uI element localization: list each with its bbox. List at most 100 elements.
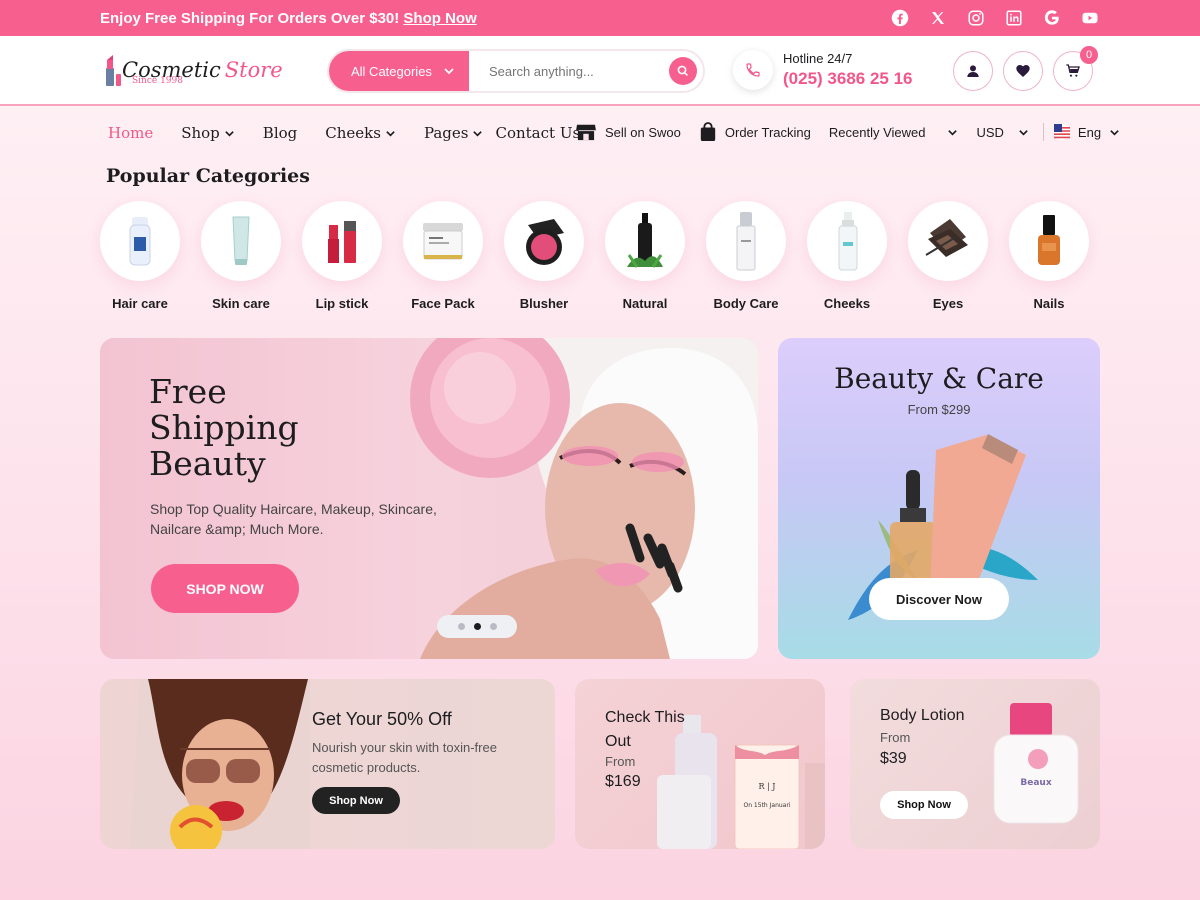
category-item-blusher[interactable]: Blusher	[504, 201, 584, 311]
category-label: Blusher	[519, 296, 569, 311]
promo-card-check-from: From	[605, 754, 636, 769]
recent-label: Recently Viewed	[828, 124, 926, 140]
nav-item-label: Cheeks	[325, 124, 381, 142]
search-button[interactable]	[669, 57, 697, 85]
nav-item-contact[interactable]: Contact Us	[495, 124, 580, 142]
sell-on-swoo-link[interactable]: Sell on Swoo	[575, 123, 681, 141]
promo-card-discount-title: Get Your 50% Off	[312, 709, 452, 729]
nav-item-cheeks[interactable]: Cheeks	[325, 124, 396, 142]
hotline-label: Hotline 24/7	[783, 51, 853, 66]
hero-banner: Free Shipping Beauty Shop Top Quality Ha…	[100, 338, 758, 659]
category-label: Body Care	[713, 296, 779, 311]
promo-text: Enjoy Free Shipping For Orders Over $30!…	[100, 10, 477, 27]
promo-card-lotion-shop-button[interactable]: Shop Now	[880, 791, 968, 819]
nav-item-label: Contact Us	[495, 124, 581, 142]
linkedin-icon[interactable]	[1004, 8, 1024, 28]
promo-card-lotion-from: From	[880, 730, 911, 745]
hero-shop-now-button[interactable]: SHOP NOW	[151, 564, 299, 613]
chevron-down-icon	[1110, 129, 1119, 136]
facebook-icon[interactable]	[890, 8, 910, 28]
promo-shop-now-link[interactable]: Shop Now	[403, 10, 476, 27]
chevron-down-icon	[948, 129, 958, 136]
category-label: Nails	[1033, 296, 1065, 311]
hero-title-line2: Shipping	[149, 408, 299, 447]
nav-item-blog[interactable]: Blog	[263, 124, 297, 142]
side-banner-title: Beauty & Care	[834, 362, 1044, 395]
category-item-lip-stick[interactable]: Lip stick	[302, 201, 382, 311]
promo-card-lotion-title: Body Lotion	[880, 707, 965, 724]
search-bar: All Categories	[329, 51, 703, 91]
nav-item-home[interactable]: Home	[108, 124, 153, 142]
store-icon	[576, 124, 596, 141]
category-item-nails[interactable]: Nails	[1009, 201, 1089, 311]
promo-card-check-this-out: R | J On 15th Januari Check This Out Fro…	[575, 679, 825, 849]
nav-item-pages[interactable]: Pages	[424, 124, 484, 142]
phone-icon[interactable]	[733, 50, 773, 90]
eyes-image	[908, 201, 988, 281]
side-banner-price: From $299	[907, 402, 971, 417]
logo-word-store: Store	[224, 58, 283, 82]
top-promo-bar: Enjoy Free Shipping For Orders Over $30!…	[0, 0, 1200, 36]
nav-item-label: Home	[108, 124, 154, 142]
language-select[interactable]: Eng	[1053, 124, 1120, 140]
nav-item-shop[interactable]: Shop	[181, 124, 235, 142]
wishlist-button[interactable]	[1003, 51, 1043, 91]
google-icon[interactable]	[1042, 8, 1062, 28]
user-icon	[967, 65, 979, 77]
cart-button[interactable]: 0	[1053, 46, 1098, 91]
category-item-skin-care[interactable]: Skin care	[201, 201, 281, 311]
category-select[interactable]: All Categories	[329, 51, 469, 91]
cheeks-image	[807, 201, 887, 281]
nav-item-label: Pages	[423, 124, 469, 142]
divider	[1042, 123, 1044, 141]
x-icon[interactable]	[928, 8, 948, 28]
search-input[interactable]	[469, 52, 669, 90]
instagram-icon[interactable]	[966, 8, 986, 28]
hero-title-line3: Beauty	[149, 444, 266, 483]
cart-count-badge: 0	[1080, 46, 1098, 64]
category-item-hair-care[interactable]: Hair care	[100, 201, 180, 311]
category-select-label: All Categories	[351, 63, 432, 79]
woman-with-lollipop-image	[130, 679, 310, 849]
category-item-cheeks[interactable]: Cheeks	[807, 201, 887, 311]
lip-stick-image	[302, 201, 382, 281]
account-button[interactable]	[953, 51, 993, 91]
logo-since: Since 1998	[132, 76, 183, 86]
order-tracking-link[interactable]: Order Tracking	[699, 122, 811, 142]
carousel-dots	[437, 615, 517, 638]
category-label: Eyes	[932, 296, 964, 311]
popular-categories-title: Popular Categories	[106, 165, 310, 187]
carousel-dot[interactable]	[489, 623, 497, 630]
category-item-body-care[interactable]: Body Care	[706, 201, 786, 311]
category-item-eyes[interactable]: Eyes	[908, 201, 988, 311]
youtube-icon[interactable]	[1080, 8, 1100, 28]
language-label: Eng	[1077, 124, 1102, 140]
face-pack-image	[403, 201, 483, 281]
body-care-image	[706, 201, 786, 281]
svg-text:Beaux: Beaux	[1020, 778, 1051, 788]
natural-image	[605, 201, 685, 281]
promo-card-discount-shop-button[interactable]: Shop Now	[312, 787, 400, 814]
site-logo[interactable]: Cosmetic Store Since 1998	[104, 52, 283, 88]
hero-subtitle: Shop Top Quality Haircare, Makeup, Skinc…	[150, 501, 437, 537]
category-label: Lip stick	[315, 296, 369, 311]
category-item-face-pack[interactable]: Face Pack	[403, 201, 483, 311]
nav-item-label: Blog	[262, 124, 298, 142]
hotline-number[interactable]: (025) 3686 25 16	[783, 69, 913, 89]
recently-viewed-dropdown[interactable]: Recently Viewed	[829, 125, 959, 140]
chevron-down-icon	[444, 68, 454, 75]
discover-now-button[interactable]: Discover Now	[869, 578, 1009, 620]
side-banner: Beauty & Care From $299 Discover Now	[778, 338, 1100, 659]
cart-icon	[1066, 64, 1080, 77]
category-item-natural[interactable]: Natural	[605, 201, 685, 311]
promo-card-lotion-price: $39	[880, 750, 907, 767]
currency-select[interactable]: USD	[976, 125, 1028, 140]
svg-text:R | J: R | J	[758, 782, 775, 791]
currency-label: USD	[976, 124, 1004, 140]
svg-text:On 15th Januari: On 15th Januari	[744, 802, 791, 809]
nav-utilities: Sell on Swoo Order Tracking Recently Vie…	[575, 122, 1138, 142]
chevron-down-icon	[225, 130, 234, 137]
carousel-dot-active[interactable]	[473, 623, 481, 630]
hero-title: Free Shipping Beauty	[149, 374, 349, 482]
carousel-dot[interactable]	[457, 623, 465, 630]
